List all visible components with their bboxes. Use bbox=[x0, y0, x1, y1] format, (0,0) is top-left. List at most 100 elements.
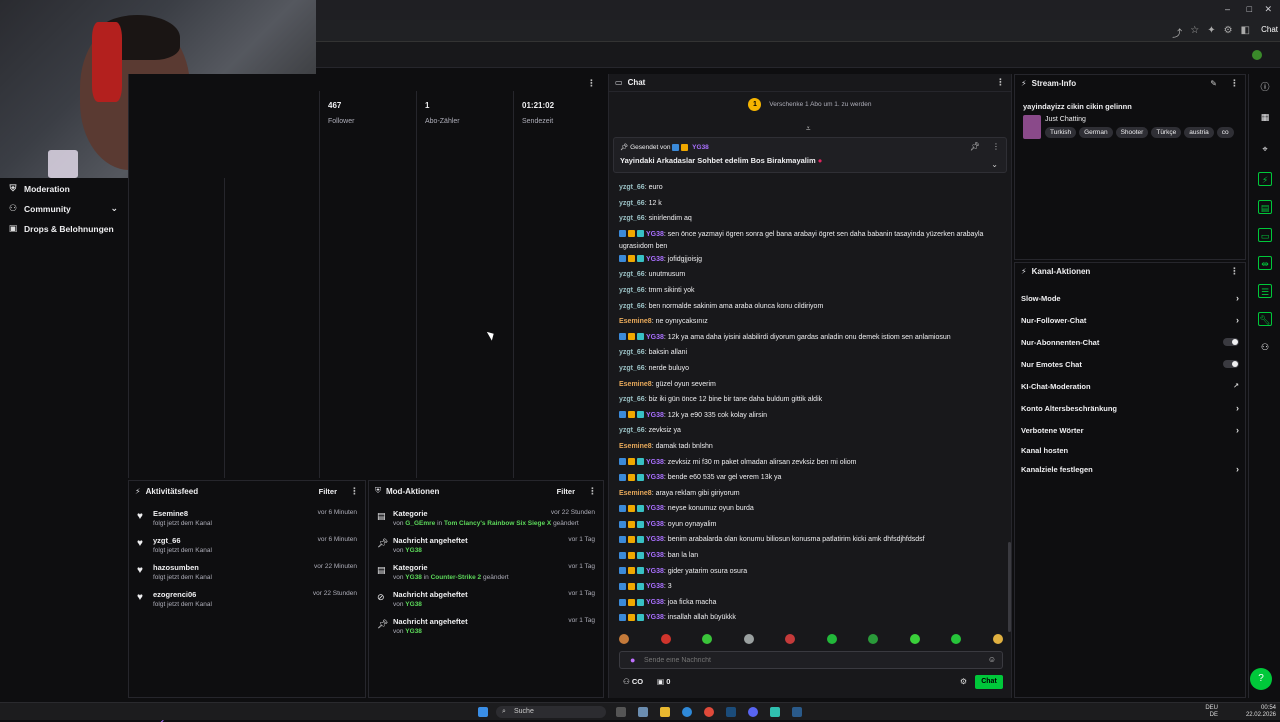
stream-info-more-icon[interactable]: ⋮ bbox=[1230, 78, 1239, 89]
emote-icon[interactable] bbox=[785, 634, 796, 644]
chat-message[interactable]: Esemine8: ne oynıycaksınız bbox=[619, 316, 1003, 332]
extension-icon[interactable]: ✦ bbox=[1207, 25, 1215, 40]
gift-sub-banner[interactable]: 1 Verschenke 1 Abo um 1. zu werden bbox=[609, 98, 1011, 111]
gift-count[interactable]: ▣ 0 bbox=[657, 677, 670, 686]
chat-message[interactable]: yzgt_66: ben normalde sakinim ama araba … bbox=[619, 301, 1003, 317]
app-icon[interactable] bbox=[792, 707, 802, 717]
translate-icon[interactable]: ⤴ bbox=[1172, 25, 1182, 40]
channel-points[interactable]: ⚇ CO bbox=[623, 677, 643, 686]
action-ai-moderation[interactable]: KI-Chat-Moderation ↗ bbox=[1021, 379, 1239, 393]
edit-icon[interactable]: ✎ bbox=[1210, 79, 1217, 88]
action-banned-words[interactable]: Verbotene Wörter › bbox=[1021, 423, 1239, 437]
chat-username[interactable]: YG38 bbox=[646, 583, 664, 590]
minimize-button[interactable]: – bbox=[1225, 4, 1230, 14]
wrench-icon[interactable]: 🔧︎ bbox=[1258, 312, 1272, 326]
chat-settings-icon[interactable]: ⚙ bbox=[960, 677, 967, 686]
chat-message[interactable]: yzgt_66: 12 k bbox=[619, 198, 1003, 214]
chat-username[interactable]: YG38 bbox=[646, 552, 664, 559]
chat-username[interactable]: YG38 bbox=[646, 536, 664, 543]
clock-date[interactable]: 22.02.2026 bbox=[1246, 712, 1276, 718]
chat-username[interactable]: Esemine8 bbox=[619, 490, 652, 497]
chat-username[interactable]: yzgt_66 bbox=[619, 271, 645, 278]
chat-more-icon[interactable]: ⋮ bbox=[996, 77, 1005, 88]
chat-username[interactable]: YG38 bbox=[646, 231, 664, 238]
chat-send-button[interactable]: Chat bbox=[975, 675, 1003, 689]
chat-message[interactable]: YG38: zevksiz mi f30 m paket olmadan ali… bbox=[619, 457, 1003, 473]
chat-message[interactable]: YG38: neyse konumuz oyun burda bbox=[619, 503, 1003, 519]
chat-message[interactable]: YG38: jofidgjjoisjg bbox=[619, 254, 1003, 270]
taskbar-search[interactable]: ⌕ Suche bbox=[496, 706, 606, 718]
chat-message[interactable]: YG38: gider yatarim osura osura bbox=[619, 566, 1003, 582]
chat-username[interactable]: YG38 bbox=[646, 599, 664, 606]
category-thumbnail[interactable] bbox=[1023, 115, 1041, 139]
help-chat-button[interactable]: ? bbox=[1250, 668, 1272, 690]
chat-message[interactable]: YG38: 3 bbox=[619, 581, 1003, 597]
chat-message[interactable]: yzgt_66: zevksiz ya bbox=[619, 425, 1003, 441]
feed-username[interactable]: yzgt_66 bbox=[153, 536, 181, 545]
mod-filter-button[interactable]: Filter bbox=[557, 487, 575, 496]
unpin-button-icon[interactable]: 📌︎ bbox=[970, 142, 980, 151]
language-indicator[interactable]: DEU DE bbox=[1205, 705, 1218, 719]
action-follower-chat[interactable]: Nur-Follower-Chat › bbox=[1021, 313, 1239, 327]
chat-username[interactable]: YG38 bbox=[646, 474, 664, 481]
profile-avatar[interactable] bbox=[1252, 50, 1262, 60]
pinned-more-icon[interactable]: ⋮ bbox=[992, 142, 1000, 151]
action-emote-chat[interactable]: Nur Emotes Chat bbox=[1021, 357, 1239, 371]
chat-tab[interactable]: Chat bbox=[1261, 25, 1278, 34]
tag-chip[interactable]: austria bbox=[1184, 127, 1214, 138]
action-channel-goals[interactable]: Kanalziele festlegen › bbox=[1021, 462, 1239, 476]
chat-message[interactable]: YG38: ban la lan bbox=[619, 550, 1003, 566]
microphone-icon[interactable]: ● bbox=[630, 655, 635, 665]
action-host-channel[interactable]: Kanal hosten bbox=[1021, 443, 1239, 457]
info-icon[interactable]: ⓘ bbox=[1258, 80, 1272, 94]
chat-username[interactable]: YG38 bbox=[646, 459, 664, 466]
close-window-button[interactable]: ✕ bbox=[1264, 4, 1272, 15]
activity-filter-button[interactable]: Filter bbox=[319, 487, 337, 496]
emote-icon[interactable] bbox=[909, 634, 920, 644]
chat-username[interactable]: YG38 bbox=[646, 521, 664, 528]
chat-message[interactable]: yzgt_66: nerde buluyo bbox=[619, 363, 1003, 379]
tag-chip[interactable]: German bbox=[1079, 127, 1113, 138]
emote-icon[interactable] bbox=[660, 634, 671, 644]
tag-chip[interactable]: Türkçe bbox=[1151, 127, 1182, 138]
chat-message[interactable]: YG38: 12k ya e90 335 cok kolay alirsin bbox=[619, 410, 1003, 426]
clock-time[interactable]: 00:54 bbox=[1261, 705, 1276, 711]
settings-app-icon[interactable] bbox=[638, 707, 648, 717]
chat-message[interactable]: yzgt_66: biz iki gün önce 12 bine bir ta… bbox=[619, 394, 1003, 410]
action-slow-mode[interactable]: Slow-Mode › bbox=[1021, 291, 1239, 305]
chat-username[interactable]: Esemine8 bbox=[619, 381, 652, 388]
emote-icon[interactable] bbox=[992, 634, 1003, 644]
chat-username[interactable]: YG38 bbox=[646, 412, 664, 419]
feed-username[interactable]: Esemine8 bbox=[153, 509, 188, 518]
task-view-icon[interactable] bbox=[616, 707, 626, 717]
sidebar-item-drops[interactable]: ▣ Drops & Belohnungen bbox=[8, 223, 114, 234]
windows-start-icon[interactable] bbox=[478, 707, 488, 717]
chat-message[interactable]: yzgt_66: baksin allani bbox=[619, 347, 1003, 363]
bookmark-star-icon[interactable]: ☆ bbox=[1190, 25, 1199, 40]
discord-icon[interactable] bbox=[748, 707, 758, 717]
bolt-icon[interactable]: ⚡ bbox=[1258, 172, 1272, 186]
chat-message[interactable]: YG38: insallah allah büyükkk bbox=[619, 612, 1003, 628]
file-explorer-icon[interactable] bbox=[660, 707, 670, 717]
chat-message[interactable]: yzgt_66: sinirlendim aq bbox=[619, 213, 1003, 229]
chat-message[interactable]: YG38: joa ficka macha bbox=[619, 597, 1003, 613]
chat-username[interactable]: yzgt_66 bbox=[619, 365, 645, 372]
activity-more-icon[interactable]: ⋮ bbox=[350, 486, 359, 497]
chat-username[interactable]: yzgt_66 bbox=[619, 184, 645, 191]
feed-username[interactable]: ezogrenci06 bbox=[153, 590, 196, 599]
split-icon[interactable]: ⇹ bbox=[1258, 256, 1272, 270]
layout-icon[interactable]: ▦ bbox=[1258, 110, 1272, 124]
chat-username[interactable]: YG38 bbox=[646, 334, 664, 341]
tag-chip[interactable]: co bbox=[1216, 127, 1234, 138]
emote-icon[interactable] bbox=[702, 634, 713, 644]
address-bar[interactable]: ⤴ ☆ ✦ ⚙ ◧ Chat bbox=[316, 20, 1280, 42]
settings-icon[interactable]: ⚙ bbox=[1224, 25, 1233, 40]
channel-actions-more-icon[interactable]: ⋮ bbox=[1230, 266, 1239, 277]
maximize-button[interactable]: □ bbox=[1247, 4, 1252, 14]
chat-message[interactable]: yzgt_66: euro bbox=[619, 182, 1003, 198]
chat-message-input[interactable] bbox=[644, 652, 974, 668]
filter-icon[interactable]: ⩡ bbox=[806, 124, 811, 134]
chat-message[interactable]: yzgt_66: unutmusum bbox=[619, 269, 1003, 285]
emote-icon[interactable] bbox=[619, 634, 629, 644]
chat-message[interactable]: YG38: sen önce yazmayi ögren sonra gel b… bbox=[619, 229, 1003, 254]
